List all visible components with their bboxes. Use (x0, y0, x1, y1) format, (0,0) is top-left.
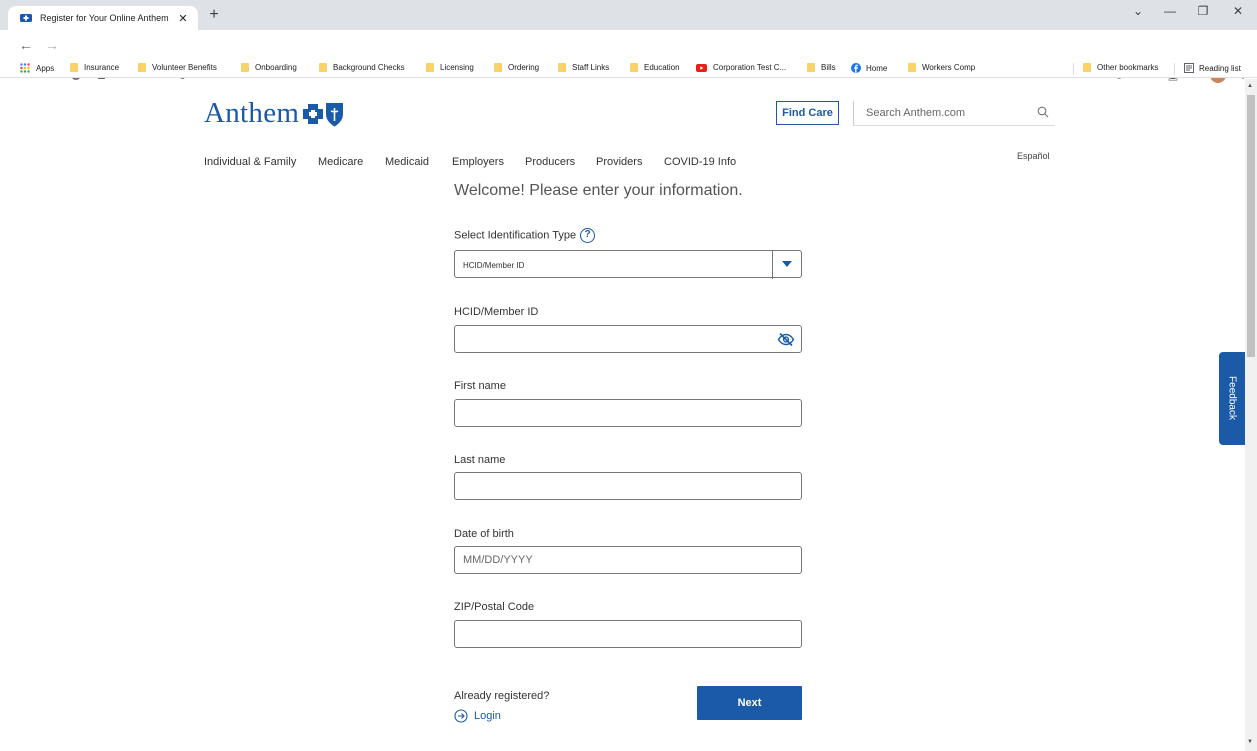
eye-slash-icon[interactable] (777, 332, 795, 347)
first-name-label: First name (454, 380, 506, 392)
feedback-tab[interactable]: Feedback (1219, 352, 1245, 445)
folder-icon (558, 63, 566, 72)
logo-wordmark: Anthem (204, 97, 300, 129)
folder-icon (241, 63, 249, 72)
bookmark-insurance[interactable]: Insurance (70, 63, 119, 72)
bookmarks-divider (1174, 63, 1175, 75)
arrow-circle-right-icon (454, 709, 468, 723)
reading-list-icon (1184, 63, 1194, 73)
scroll-down-arrow-icon[interactable]: ▼ (1247, 739, 1253, 745)
browser-toolbar: ← → anthem.com/register/ ⚿ ⇪ ☆ ▣ ✱ ⋮ (0, 30, 1257, 83)
minimize-button[interactable]: — (1160, 4, 1180, 18)
folder-icon (807, 63, 815, 72)
nav-employers[interactable]: Employers (452, 156, 504, 168)
language-espanol-link[interactable]: Español (1017, 151, 1050, 161)
zip-field[interactable] (454, 620, 802, 648)
bookmark-ordering[interactable]: Ordering (494, 63, 539, 72)
folder-icon (138, 63, 146, 72)
last-name-field[interactable] (454, 472, 802, 500)
bookmark-other-bookmarks[interactable]: Other bookmarks (1083, 63, 1158, 72)
facebook-icon (851, 63, 861, 73)
folder-icon (319, 63, 327, 72)
select-divider (772, 251, 773, 279)
bookmark-volunteer-benefits[interactable]: Volunteer Benefits (138, 63, 217, 72)
folder-icon (494, 63, 502, 72)
tab-title: Register for Your Online Anthem (40, 13, 169, 23)
search-icon[interactable] (1037, 106, 1049, 118)
anthem-logo[interactable]: Anthem (204, 97, 345, 130)
member-id-field[interactable] (454, 325, 802, 353)
zip-label: ZIP/Postal Code (454, 601, 535, 613)
bookmark-licensing[interactable]: Licensing (426, 63, 474, 72)
bookmark-apps[interactable]: Apps (20, 63, 54, 73)
dob-field[interactable]: MM/DD/YYYY (454, 546, 802, 574)
page-scrollbar[interactable]: ▲ ▼ (1245, 79, 1257, 751)
login-label: Login (474, 710, 501, 722)
member-id-label: HCID/Member ID (454, 306, 539, 318)
already-registered-text: Already registered? (454, 690, 550, 702)
browser-tabstrip: Register for Your Online Anthem ✕ + ⌄ — … (0, 0, 1257, 30)
bookmarks-bar: Apps Insurance Volunteer Benefits Onboar… (0, 60, 1257, 78)
nav-medicare[interactable]: Medicare (318, 156, 363, 168)
tab-close-icon[interactable]: ✕ (176, 12, 190, 25)
reading-list-button[interactable]: Reading list (1184, 63, 1241, 73)
dob-placeholder: MM/DD/YYYY (463, 554, 533, 566)
tab-search-icon[interactable]: ⌄ (1128, 4, 1148, 18)
bookmark-home[interactable]: Home (851, 63, 887, 73)
site-search[interactable]: Search Anthem.com (853, 101, 1055, 126)
folder-icon (908, 63, 916, 72)
id-type-label: Select Identification Type? (454, 228, 596, 243)
forward-arrow-icon[interactable]: → (44, 38, 60, 52)
search-input[interactable]: Search Anthem.com (866, 107, 965, 119)
next-button[interactable]: Next (697, 686, 802, 720)
blue-cross-blue-shield-icon (303, 102, 344, 126)
feedback-label: Feedback (1226, 376, 1238, 420)
apps-grid-icon (20, 63, 30, 73)
bookmark-education[interactable]: Education (630, 63, 680, 72)
folder-icon (630, 63, 638, 72)
chevron-down-icon[interactable] (782, 261, 792, 267)
login-link[interactable]: Login (454, 709, 501, 723)
bookmark-background-checks[interactable]: Background Checks (319, 63, 405, 72)
first-name-field[interactable] (454, 399, 802, 427)
nav-producers[interactable]: Producers (525, 156, 575, 168)
scrollbar-thumb[interactable] (1247, 95, 1255, 357)
last-name-label: Last name (454, 454, 506, 466)
close-window-button[interactable]: ✕ (1228, 4, 1248, 18)
nav-medicaid[interactable]: Medicaid (385, 156, 429, 168)
anthem-favicon-icon (20, 14, 32, 22)
id-type-selected-value: HCID/Member ID (463, 261, 525, 270)
nav-covid-19-info[interactable]: COVID-19 Info (664, 156, 736, 168)
find-care-button[interactable]: Find Care (776, 101, 839, 125)
browser-tab[interactable]: Register for Your Online Anthem ✕ (8, 6, 198, 30)
folder-icon (1083, 63, 1091, 72)
page-title: Welcome! Please enter your information. (454, 182, 743, 199)
bookmark-workers-comp[interactable]: Workers Comp (908, 63, 975, 72)
folder-icon (426, 63, 434, 72)
bookmarks-divider (1073, 63, 1074, 75)
help-question-icon[interactable]: ? (580, 228, 596, 243)
bookmark-staff-links[interactable]: Staff Links (558, 63, 609, 72)
nav-providers[interactable]: Providers (596, 156, 642, 168)
bookmark-bills[interactable]: Bills (807, 63, 836, 72)
nav-individual-family[interactable]: Individual & Family (204, 156, 296, 168)
restore-button[interactable]: ❐ (1193, 4, 1213, 18)
bookmark-corporation-test[interactable]: Corporation Test C... (696, 63, 786, 72)
back-arrow-icon[interactable]: ← (18, 38, 34, 52)
youtube-icon (696, 63, 707, 72)
id-type-select[interactable]: HCID/Member ID (454, 250, 802, 279)
dob-label: Date of birth (454, 528, 514, 540)
scroll-up-arrow-icon[interactable]: ▲ (1247, 83, 1253, 89)
bookmark-onboarding[interactable]: Onboarding (241, 63, 297, 72)
folder-icon (70, 63, 78, 72)
new-tab-button[interactable]: + (204, 6, 224, 24)
